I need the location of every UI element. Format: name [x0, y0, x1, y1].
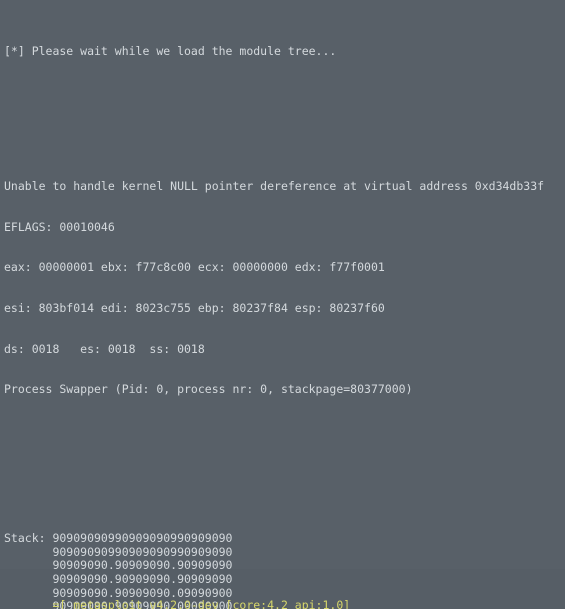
registers-line-2: esi: 803bf014 edi: 8023c755 ebp: 80237f8… [4, 301, 385, 316]
process-line: Process Swapper (Pid: 0, process nr: 0, … [4, 382, 413, 397]
terminal-window[interactable]: [*] Please wait while we load the module… [0, 0, 565, 609]
oops-header-line: Unable to handle kernel NULL pointer der… [4, 179, 545, 194]
eflags-line: EFLAGS: 00010046 [4, 219, 115, 234]
terminal-output: [*] Please wait while we load the module… [4, 4, 565, 609]
stack-line: 90909090.90909090.90909090 [4, 558, 233, 573]
banner-version-line: =[ metasploit v4.2.0-dev [core:4.2 api:1… [4, 598, 351, 609]
metasploit-banner: =[ metasploit v4.2.0-dev [core:4.2 api:1… [4, 572, 565, 609]
registers-line-1: eax: 00000001 ebx: f77c8c00 ecx: 0000000… [4, 260, 385, 275]
status-line: [*] Please wait while we load the module… [4, 43, 337, 58]
stack-label-line: Stack: 90909090990909090990909090 [4, 531, 233, 546]
segment-registers-line: ds: 0018 es: 0018 ss: 0018 [4, 341, 205, 356]
stack-line: 90909090990909090990909090 [4, 544, 233, 559]
